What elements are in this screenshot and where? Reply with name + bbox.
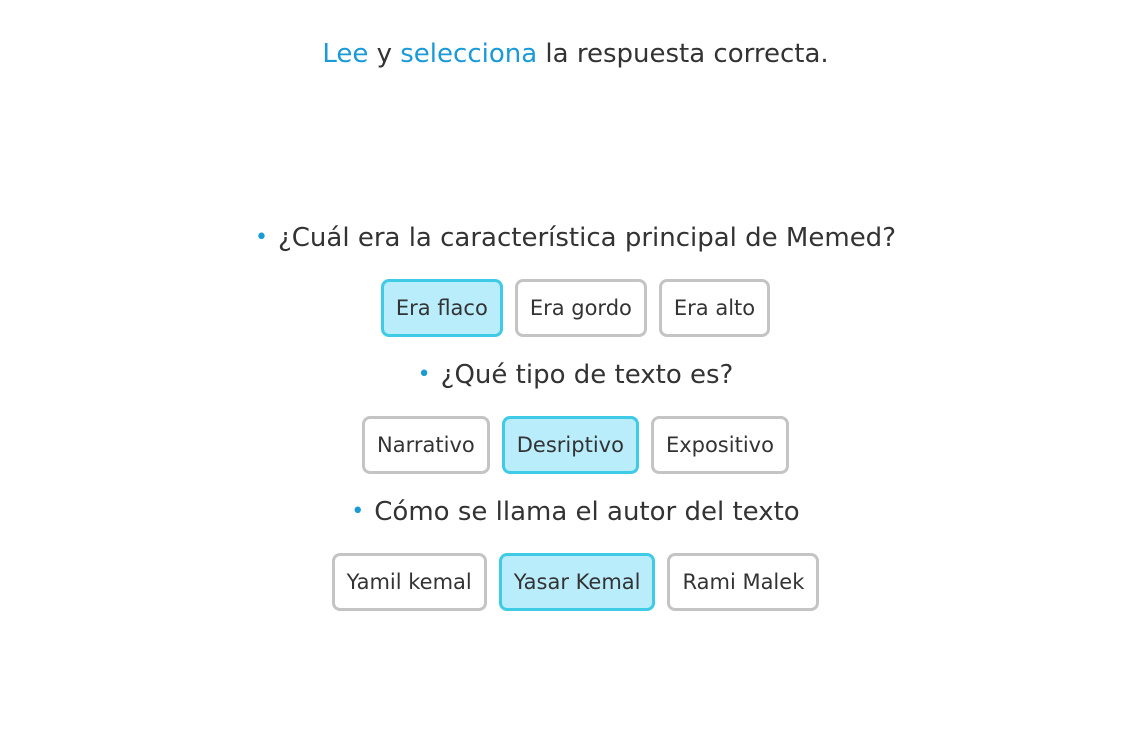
question-2-text: ¿Qué tipo de texto es? xyxy=(440,360,734,390)
bullet-icon: • xyxy=(254,225,268,250)
option-yamil-kemal[interactable]: Yamil kemal xyxy=(331,553,487,611)
question-2-options: Narrativo Desriptivo Expositivo xyxy=(0,416,1137,474)
option-expositivo[interactable]: Expositivo xyxy=(650,416,789,474)
question-3: • Cómo se llama el autor del texto xyxy=(0,494,1137,530)
option-desriptivo[interactable]: Desriptivo xyxy=(501,416,639,474)
option-era-flaco[interactable]: Era flaco xyxy=(380,279,503,337)
bullet-icon: • xyxy=(417,362,431,387)
question-3-text: Cómo se llama el autor del texto xyxy=(374,497,800,527)
option-era-gordo[interactable]: Era gordo xyxy=(514,279,647,337)
instruction-connector: y xyxy=(368,39,401,69)
option-narrativo[interactable]: Narrativo xyxy=(362,416,490,474)
question-1: • ¿Cuál era la característica principal d… xyxy=(0,220,1137,256)
instruction-word-select: selecciona xyxy=(400,39,538,69)
option-era-alto[interactable]: Era alto xyxy=(658,279,771,337)
question-1-options: Era flaco Era gordo Era alto xyxy=(0,279,1137,337)
question-1-text: ¿Cuál era la característica principal de… xyxy=(277,223,896,253)
instruction-word-read: Lee xyxy=(322,39,369,69)
option-rami-malek[interactable]: Rami Malek xyxy=(667,553,820,611)
instruction-text: Lee y selecciona la respuesta correcta. xyxy=(0,36,1137,72)
instruction-rest: la respuesta correcta. xyxy=(537,39,829,69)
bullet-icon: • xyxy=(351,499,365,524)
quiz-page: Lee y selecciona la respuesta correcta. … xyxy=(0,0,1137,734)
option-yasar-kemal[interactable]: Yasar Kemal xyxy=(498,553,656,611)
question-2: • ¿Qué tipo de texto es? xyxy=(0,357,1137,393)
question-3-options: Yamil kemal Yasar Kemal Rami Malek xyxy=(0,553,1137,611)
